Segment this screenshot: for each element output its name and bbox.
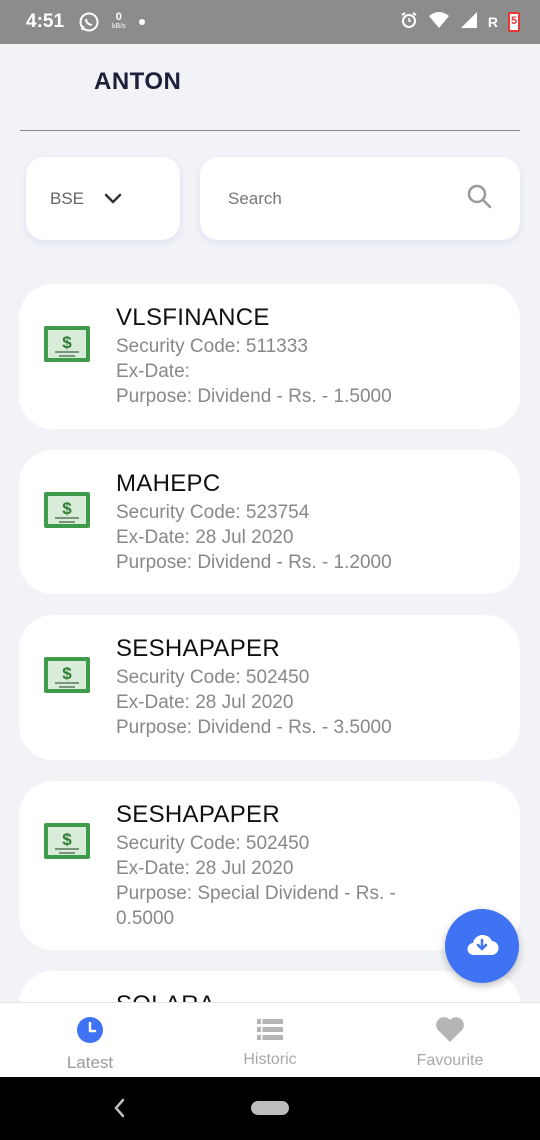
header-divider bbox=[20, 130, 520, 131]
search-input[interactable] bbox=[228, 188, 466, 209]
chevron-down-icon bbox=[104, 193, 122, 205]
system-nav-bar bbox=[0, 1077, 540, 1140]
security-code: Security Code: 523754 bbox=[116, 502, 310, 523]
ex-date: Ex-Date: 28 Jul 2020 bbox=[116, 527, 294, 548]
alarm-icon bbox=[400, 11, 418, 34]
nav-item-favourite[interactable]: Favourite bbox=[360, 1003, 540, 1078]
security-code: Security Code: 502450 bbox=[116, 667, 310, 688]
purpose: Purpose: Dividend - Rs. - 1.5000 bbox=[116, 386, 392, 407]
company-name: MAHEPC bbox=[116, 470, 221, 497]
clock-icon bbox=[76, 1016, 104, 1049]
svg-text:$: $ bbox=[62, 499, 72, 518]
dividend-list[interactable]: $ VLSFINANCE Security Code: 511333 Ex-Da… bbox=[0, 284, 540, 1002]
security-code: Security Code: 511333 bbox=[116, 336, 308, 357]
battery-level: 5 bbox=[510, 15, 518, 27]
ex-date: Ex-Date: 28 Jul 2020 bbox=[116, 858, 294, 879]
status-bar: 4:51 0 kB/s R 5 bbox=[0, 0, 540, 44]
company-name: SESHAPAPER bbox=[116, 635, 280, 662]
exchange-dropdown[interactable]: BSE bbox=[26, 157, 180, 240]
search-icon[interactable] bbox=[466, 183, 492, 214]
purpose: Purpose: Dividend - Rs. - 3.5000 bbox=[116, 717, 392, 738]
ex-date: Ex-Date: 28 Jul 2020 bbox=[116, 692, 294, 713]
money-icon: $ bbox=[43, 655, 91, 700]
ex-date: Ex-Date: bbox=[116, 361, 190, 382]
whatsapp-icon bbox=[78, 11, 100, 33]
nav-item-latest[interactable]: Latest bbox=[0, 1003, 180, 1078]
status-time: 4:51 bbox=[26, 11, 65, 32]
list-item[interactable]: $ MAHEPC Security Code: 523754 Ex-Date: … bbox=[19, 450, 520, 594]
list-icon bbox=[256, 1016, 284, 1047]
money-icon: $ bbox=[43, 821, 91, 866]
list-item[interactable]: $ SESHAPAPER Security Code: 502450 Ex-Da… bbox=[19, 615, 520, 760]
exchange-value: BSE bbox=[50, 188, 85, 208]
purpose: Purpose: Dividend - Rs. - 1.2000 bbox=[116, 552, 392, 573]
bottom-nav: Latest Historic Favourite bbox=[0, 1002, 540, 1077]
company-name: SESHAPAPER bbox=[116, 801, 280, 828]
net-speed-unit: kB/s bbox=[112, 23, 126, 30]
network-speed-icon: 0 kB/s bbox=[112, 11, 126, 31]
home-button[interactable] bbox=[251, 1101, 289, 1115]
company-name: SOLARA bbox=[116, 989, 440, 1002]
net-speed-value: 0 bbox=[115, 11, 122, 23]
nav-label-latest: Latest bbox=[66, 1053, 114, 1072]
list-item[interactable]: $ SESHAPAPER Security Code: 502450 Ex-Da… bbox=[19, 781, 520, 950]
list-item[interactable]: $ VLSFINANCE Security Code: 511333 Ex-Da… bbox=[19, 284, 520, 429]
search-box bbox=[200, 157, 520, 240]
cloud-download-icon bbox=[465, 931, 499, 962]
signal-icon bbox=[460, 11, 478, 34]
svg-text:$: $ bbox=[62, 830, 72, 849]
list-item[interactable]: SOLARA bbox=[19, 971, 520, 1002]
download-fab[interactable] bbox=[445, 909, 519, 983]
company-name: VLSFINANCE bbox=[116, 304, 270, 331]
money-icon: $ bbox=[43, 490, 91, 535]
notification-dot-icon bbox=[138, 18, 146, 26]
wifi-icon bbox=[428, 11, 450, 34]
roaming-indicator: R bbox=[487, 14, 498, 30]
svg-text:$: $ bbox=[62, 664, 72, 683]
svg-text:$: $ bbox=[62, 333, 72, 352]
nav-label-favourite: Favourite bbox=[416, 1052, 484, 1069]
battery-icon: 5 bbox=[508, 12, 520, 32]
app-header: ANTON bbox=[0, 44, 540, 132]
security-code: Security Code: 502450 bbox=[116, 833, 310, 854]
heart-icon bbox=[435, 1016, 465, 1048]
purpose: Purpose: Special Dividend - Rs. - 0.5000 bbox=[116, 883, 396, 929]
status-right: R 5 bbox=[400, 11, 520, 34]
money-icon: $ bbox=[43, 324, 91, 369]
nav-item-historic[interactable]: Historic bbox=[180, 1003, 360, 1078]
page-title: ANTON bbox=[94, 68, 182, 95]
nav-label-historic: Historic bbox=[243, 1051, 297, 1068]
back-icon[interactable] bbox=[112, 1097, 126, 1124]
